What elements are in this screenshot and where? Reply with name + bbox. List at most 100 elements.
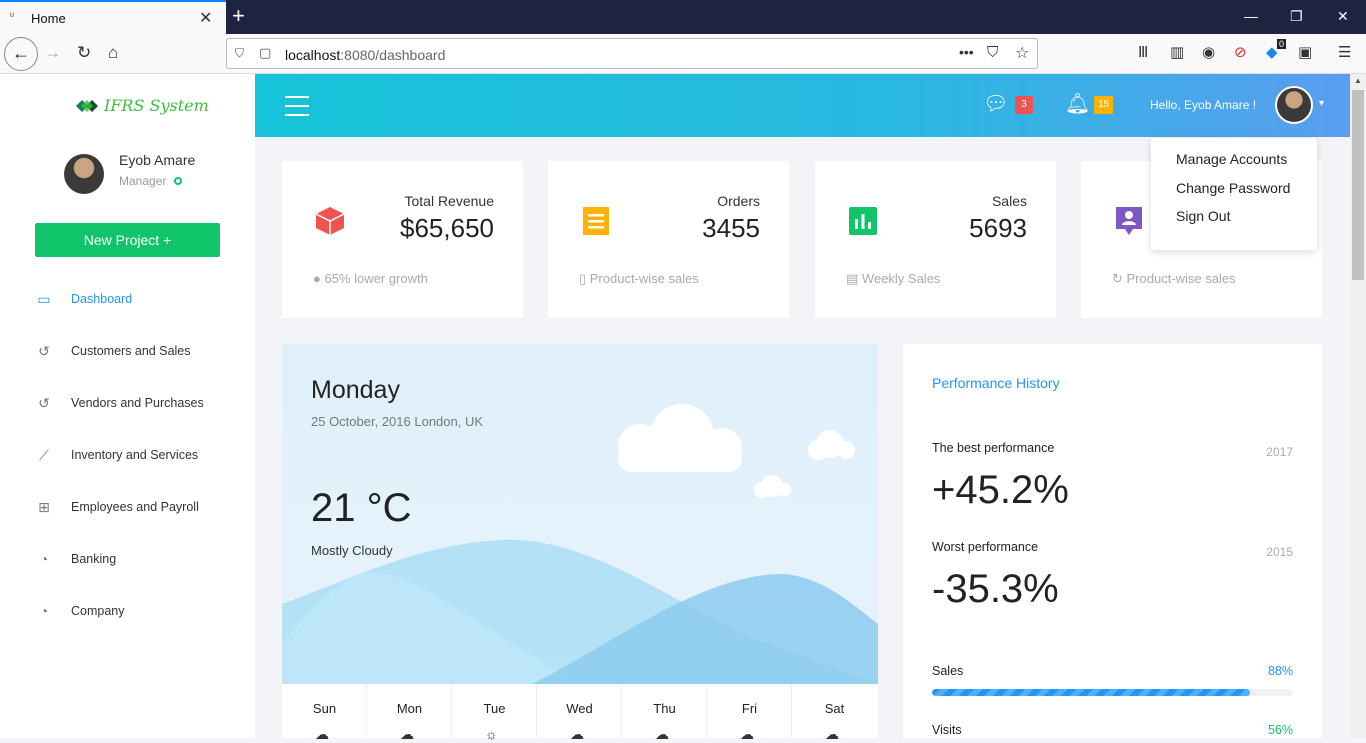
sidebar-item-label: Banking	[71, 552, 117, 566]
weekday-sat[interactable]: Sat ☁	[792, 684, 877, 742]
cloud-icon: ☁	[570, 726, 584, 742]
library-icon[interactable]: Ⅲ	[1138, 44, 1148, 62]
refresh-icon: ↻	[1112, 271, 1127, 286]
scroll-thumb[interactable]	[1352, 90, 1364, 280]
weekday-fri[interactable]: Fri ☁	[707, 684, 792, 742]
bar-chart-icon	[849, 207, 877, 235]
card-label: Sales	[991, 193, 1027, 209]
minimize-icon[interactable]: —	[1244, 8, 1258, 24]
back-arrow-icon: ←	[12, 43, 30, 63]
sidebar-item-banking[interactable]: ◔ Banking	[0, 539, 255, 579]
online-status-icon	[174, 177, 182, 185]
worst-performance-year: 2015	[1266, 545, 1293, 559]
account-icon[interactable]: ◉	[1202, 44, 1215, 62]
history-icon: ↺	[38, 395, 50, 411]
stat-card-orders: Orders 3455 ▯ Product-wise sales	[548, 161, 789, 318]
chevron-down-icon[interactable]: ▾	[1319, 98, 1324, 109]
card-value: 3455	[702, 213, 760, 243]
weather-week-bar: Sun ☁ Mon ☁ Tue ☼ Wed ☁ Thu ☁ Fri ☁ Sat ☁	[282, 684, 878, 742]
bookmark-icon: ▯	[579, 271, 590, 286]
best-performance-label: The best performance	[932, 441, 1055, 455]
extension-badge: 0	[1277, 39, 1287, 49]
sidebar-item-dashboard[interactable]: ▭ Dashboard	[0, 279, 255, 319]
profile-name: Eyob Amare	[119, 152, 196, 168]
calendar-icon: ▤	[846, 271, 862, 286]
reload-icon[interactable]: ↻	[77, 43, 91, 63]
extension-icon[interactable]: ◆	[1266, 44, 1278, 62]
tab-close-icon[interactable]: ✕	[199, 8, 212, 28]
bookmark-star-icon[interactable]: ☆	[1015, 43, 1029, 63]
user-badge-icon	[1116, 207, 1142, 235]
browser-nav-bar: ← → ↻ ⌂ ⛉ ▢ localhost:8080/dashboard •••…	[0, 34, 1366, 74]
sidebar-item-customers-and-sales[interactable]: ↺ Customers and Sales	[0, 331, 255, 371]
card-footer: ↻ Product-wise sales	[1112, 271, 1236, 286]
weekday-tue[interactable]: Tue ☼	[452, 684, 537, 742]
sidebar-item-inventory-and-services[interactable]: ⟋ Inventory and Services	[0, 435, 255, 475]
worst-performance-label: Worst performance	[932, 540, 1039, 554]
profile-role: Manager	[119, 174, 167, 188]
restore-icon[interactable]: ❐	[1290, 8, 1303, 25]
bell-icon[interactable]: 🔔︎	[1065, 94, 1090, 114]
best-performance-year: 2017	[1266, 445, 1293, 459]
cube-icon	[315, 207, 345, 235]
home-icon[interactable]: ⌂	[108, 43, 118, 63]
weather-temperature: 21 °C	[311, 486, 412, 530]
history-icon: ↺	[38, 343, 50, 359]
weekday-mon[interactable]: Mon ☁	[367, 684, 452, 742]
receipt-icon	[583, 207, 609, 235]
forward-arrow-icon[interactable]: →	[44, 43, 61, 63]
sales-progress-fill	[932, 689, 1250, 696]
logo-text: IFRS System	[104, 96, 209, 115]
blocker-icon[interactable]: ⊘	[1234, 44, 1247, 62]
menu-item-change-password[interactable]: Change Password	[1176, 180, 1290, 196]
sidebar-item-label: Customers and Sales	[71, 344, 191, 358]
chat-icon[interactable]: 💬︎	[983, 94, 1008, 114]
selenium-icon[interactable]: ▣	[1298, 44, 1312, 62]
cloud-icon: ☁	[655, 726, 669, 742]
browser-tab-home[interactable]: ᵁ Home ✕	[0, 0, 226, 34]
weekday-thu[interactable]: Thu ☁	[622, 684, 707, 742]
avatar[interactable]	[1275, 86, 1313, 124]
new-tab-button[interactable]: +	[232, 4, 245, 28]
back-button[interactable]: ←	[4, 37, 38, 71]
page-actions-icon[interactable]: •••	[959, 44, 974, 60]
sidebar-item-employees-and-payroll[interactable]: ⊞ Employees and Payroll	[0, 487, 255, 527]
visits-label: Visits	[932, 723, 962, 737]
card-label: Orders	[717, 193, 760, 209]
sidebar-item-company[interactable]: ◔ Company	[0, 591, 255, 631]
sidebar-item-label: Dashboard	[71, 292, 133, 306]
sidebar-item-label: Inventory and Services	[71, 448, 199, 462]
cloud-icon: ☁	[400, 726, 414, 742]
weekday-sun[interactable]: Sun ☁	[282, 684, 367, 742]
browser-tab-bar: ᵁ Home ✕ + — ❐ ✕	[0, 0, 1366, 34]
menu-item-manage-accounts[interactable]: Manage Accounts	[1176, 151, 1287, 167]
scroll-up-icon[interactable]: ▲	[1354, 76, 1362, 85]
cloud-icon: ☁	[740, 726, 754, 742]
stat-card-sales: Sales 5693 ▤ Weekly Sales	[815, 161, 1056, 318]
sidebar-item-label: Employees and Payroll	[71, 500, 199, 514]
monitor-icon: ▭	[37, 291, 51, 307]
sidebar-item-vendors-and-purchases[interactable]: ↺ Vendors and Purchases	[0, 383, 255, 423]
window-close-icon[interactable]: ✕	[1337, 8, 1349, 25]
table-icon: ⊞	[38, 499, 50, 515]
cloud-icon: ☁	[825, 726, 839, 742]
best-performance-value: +45.2%	[932, 468, 1069, 512]
profile-dropdown-menu: Manage Accounts Change Password Sign Out	[1151, 138, 1317, 250]
sidebar-item-label: Company	[71, 604, 125, 618]
messages-badge: 3	[1015, 96, 1033, 114]
weekday-wed[interactable]: Wed ☁	[537, 684, 622, 742]
card-footer: ▯ Product-wise sales	[579, 271, 699, 286]
shield-icon[interactable]: ⛉	[235, 46, 244, 61]
menu-icon[interactable]: ☰	[1338, 44, 1351, 62]
avatar[interactable]	[64, 154, 104, 194]
page-scrollbar[interactable]: ▲	[1350, 74, 1366, 738]
new-project-button[interactable]: New Project +	[35, 223, 220, 257]
hamburger-menu-icon[interactable]	[285, 96, 309, 116]
page-info-icon[interactable]: ▢	[259, 45, 271, 61]
pocket-icon[interactable]: ⛉	[987, 44, 998, 61]
weather-description: Mostly Cloudy	[311, 543, 393, 558]
menu-item-sign-out[interactable]: Sign Out	[1176, 208, 1230, 224]
address-bar[interactable]: ⛉ ▢ localhost:8080/dashboard ••• ⛉ ☆	[226, 38, 1038, 69]
sidebar-toggle-icon[interactable]: ▥	[1170, 44, 1184, 62]
sales-progress-bar	[932, 689, 1293, 696]
